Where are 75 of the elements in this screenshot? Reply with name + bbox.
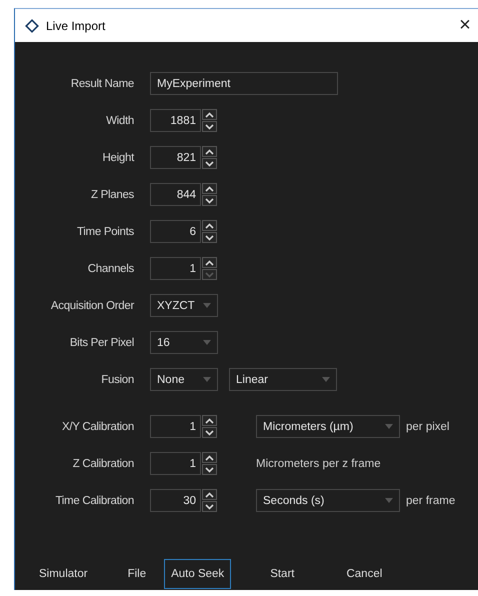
dropdown[interactable]: Micrometers (µm) xyxy=(256,415,400,438)
dialog-button[interactable]: File xyxy=(120,559,154,589)
caret-icon xyxy=(203,340,211,345)
chevron-down-icon xyxy=(205,160,214,166)
number-field[interactable]: 1 xyxy=(150,415,201,438)
field-label: Time Points xyxy=(76,226,134,238)
chevron-up-icon xyxy=(205,492,214,498)
increment-button[interactable] xyxy=(202,183,217,194)
field-label: Z Calibration xyxy=(72,458,134,470)
chevron-up-icon xyxy=(205,112,214,118)
unit-suffix: per pixel xyxy=(406,420,450,432)
field-label: Height xyxy=(102,152,134,164)
increment-button[interactable] xyxy=(202,489,217,500)
number-field[interactable]: 844 xyxy=(150,183,201,206)
decrement-button[interactable] xyxy=(202,121,217,132)
unit-suffix: per frame xyxy=(406,494,456,506)
decrement-button[interactable] xyxy=(202,232,217,243)
dropdown[interactable]: None xyxy=(150,368,218,391)
chevron-down-icon xyxy=(205,272,214,278)
field-label: Fusion xyxy=(100,374,134,386)
number-field[interactable]: 1 xyxy=(150,257,201,280)
dialog-button[interactable]: Start xyxy=(263,559,302,589)
dropdown[interactable]: XYZCT xyxy=(150,294,218,317)
dropdown[interactable]: 16 xyxy=(150,331,218,354)
chevron-down-icon xyxy=(205,198,214,204)
chevron-up-icon xyxy=(205,186,214,192)
unit-note: Micrometers per z frame xyxy=(256,458,381,470)
dropdown[interactable]: Linear xyxy=(229,368,337,391)
field-label: Z Planes xyxy=(90,188,134,200)
text-field[interactable]: MyExperiment xyxy=(150,72,338,95)
caret-icon xyxy=(322,377,330,382)
number-field[interactable]: 1 xyxy=(150,452,201,475)
number-field[interactable]: 30 xyxy=(150,489,201,512)
window-title: Live Import xyxy=(46,18,106,32)
dialog-button[interactable]: Auto Seek xyxy=(164,559,232,589)
diamond-icon xyxy=(25,18,39,32)
decrement-button[interactable] xyxy=(202,427,217,438)
dropdown[interactable]: Seconds (s) xyxy=(256,489,400,512)
chevron-down-icon xyxy=(205,430,214,436)
caret-icon xyxy=(203,303,211,308)
increment-button[interactable] xyxy=(202,220,217,231)
number-field[interactable]: 821 xyxy=(150,146,201,169)
caret-icon xyxy=(203,377,211,382)
decrement-button[interactable] xyxy=(202,158,217,169)
chevron-down-icon xyxy=(205,504,214,510)
chevron-up-icon xyxy=(205,418,214,424)
number-field[interactable]: 6 xyxy=(150,220,201,243)
chevron-down-icon xyxy=(205,466,214,472)
field-label: Width xyxy=(105,114,134,126)
field-label: X/Y Calibration xyxy=(61,420,134,432)
chevron-up-icon xyxy=(205,454,214,460)
close-button[interactable]: × xyxy=(450,14,478,37)
increment-button[interactable] xyxy=(202,452,217,463)
chevron-down-icon xyxy=(205,124,214,130)
chevron-up-icon xyxy=(205,260,214,266)
caret-icon xyxy=(385,498,393,503)
field-label: Result Name xyxy=(70,78,134,90)
increment-button[interactable] xyxy=(202,257,217,268)
field-label: Acquisition Order xyxy=(50,300,134,312)
decrement-button[interactable] xyxy=(202,501,217,512)
dialog-button[interactable]: Simulator xyxy=(32,559,95,589)
dialog-button[interactable]: Cancel xyxy=(339,559,390,589)
caret-icon xyxy=(385,424,393,429)
field-label: Time Calibration xyxy=(54,494,134,506)
chevron-up-icon xyxy=(205,222,214,228)
chevron-down-icon xyxy=(205,234,214,240)
decrement-button[interactable] xyxy=(202,195,217,206)
field-label: Channels xyxy=(86,262,134,274)
chevron-up-icon xyxy=(205,148,214,154)
number-field[interactable]: 1881 xyxy=(150,109,201,132)
increment-button[interactable] xyxy=(202,415,217,426)
increment-button[interactable] xyxy=(202,109,217,120)
decrement-button[interactable] xyxy=(202,464,217,475)
increment-button[interactable] xyxy=(202,146,217,157)
field-label: Bits Per Pixel xyxy=(68,336,134,348)
